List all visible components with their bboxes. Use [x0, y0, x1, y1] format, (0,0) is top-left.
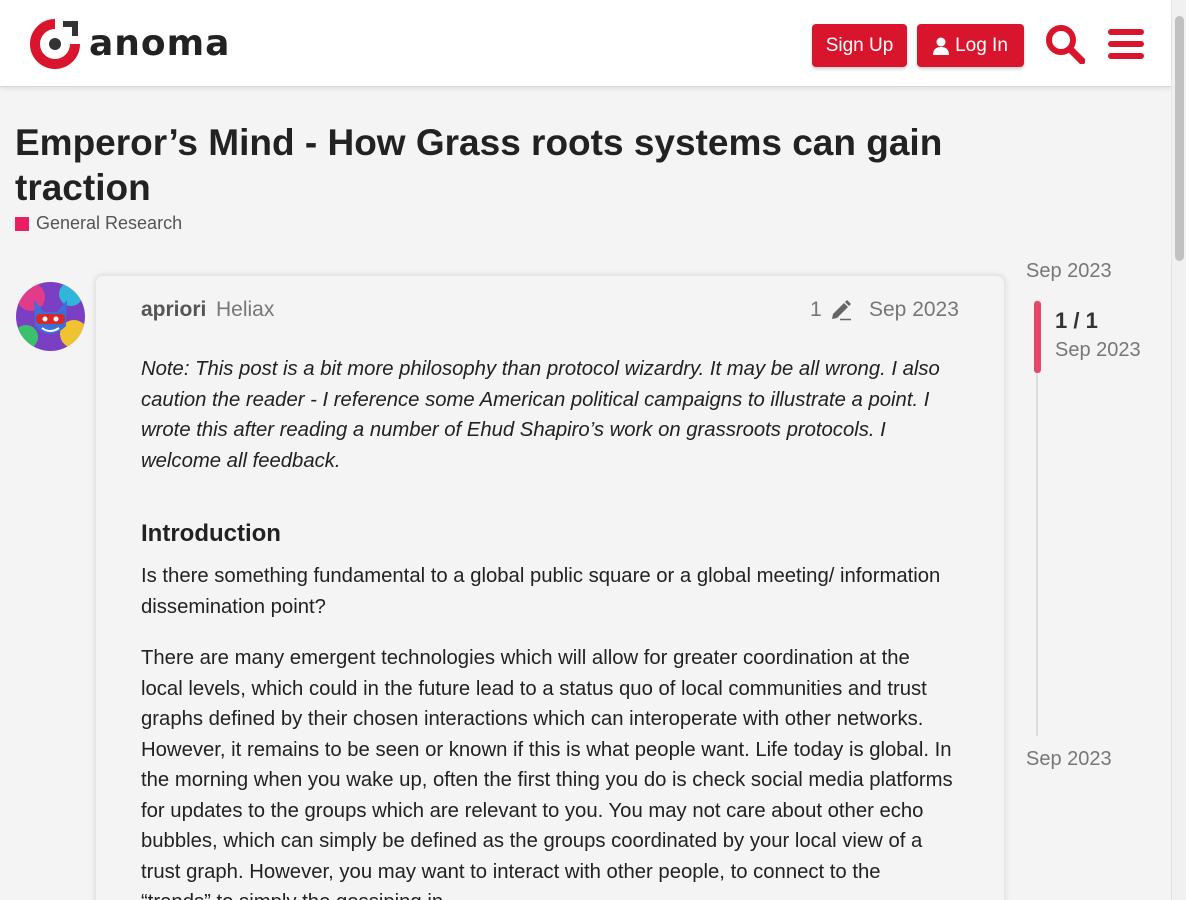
avatar[interactable]	[16, 282, 85, 351]
scrollbar-thumb[interactable]	[1175, 16, 1184, 261]
login-button[interactable]: Log In	[917, 24, 1024, 67]
search-icon	[1046, 25, 1085, 64]
avatar-image	[16, 282, 85, 351]
post-username[interactable]: apriori	[141, 298, 206, 322]
login-label: Log In	[955, 34, 1008, 56]
edit-count: 1	[810, 298, 822, 321]
topic-title[interactable]: Emperor’s Mind - How Grass roots systems…	[15, 120, 1015, 210]
timeline-position: 1 / 1	[1055, 308, 1098, 333]
site-header: anoma Sign Up Log In	[0, 0, 1171, 87]
category-color-badge	[15, 216, 29, 231]
post-note: Note: This post is a bit more philosophy…	[141, 358, 940, 472]
timeline-end-date[interactable]: Sep 2023	[1026, 748, 1112, 771]
section-heading: Introduction	[141, 520, 281, 547]
timeline-handle[interactable]	[1034, 301, 1041, 373]
post-edit-history[interactable]: 1	[810, 298, 852, 322]
timeline-start-date[interactable]: Sep 2023	[1026, 260, 1112, 283]
hamburger-menu-icon	[1108, 29, 1144, 59]
signup-button[interactable]: Sign Up	[812, 24, 907, 67]
post-user-group[interactable]: Heliax	[216, 298, 274, 322]
pencil-icon	[831, 300, 851, 321]
category-link[interactable]: General Research	[15, 213, 182, 234]
post-paragraph: Is there something fundamental to a glob…	[141, 565, 941, 618]
site-logo[interactable]: anoma	[29, 18, 230, 70]
category-name: General Research	[36, 213, 183, 233]
user-icon	[933, 37, 950, 55]
post-date[interactable]: Sep 2023	[869, 298, 959, 322]
post-body: Note: This post is a bit more philosophy…	[141, 354, 956, 900]
logo-text: anoma	[89, 23, 231, 64]
post-paragraph: There are many emergent technologies whi…	[141, 647, 953, 900]
post-card: apriori Heliax 1 Sep 2023 Note: This pos…	[95, 275, 1005, 900]
menu-button[interactable]	[1102, 20, 1150, 68]
search-button[interactable]	[1041, 20, 1089, 68]
timeline-current-date: Sep 2023	[1055, 339, 1141, 361]
logo-mark-icon	[30, 18, 81, 69]
page-scrollbar[interactable]	[1171, 0, 1186, 900]
